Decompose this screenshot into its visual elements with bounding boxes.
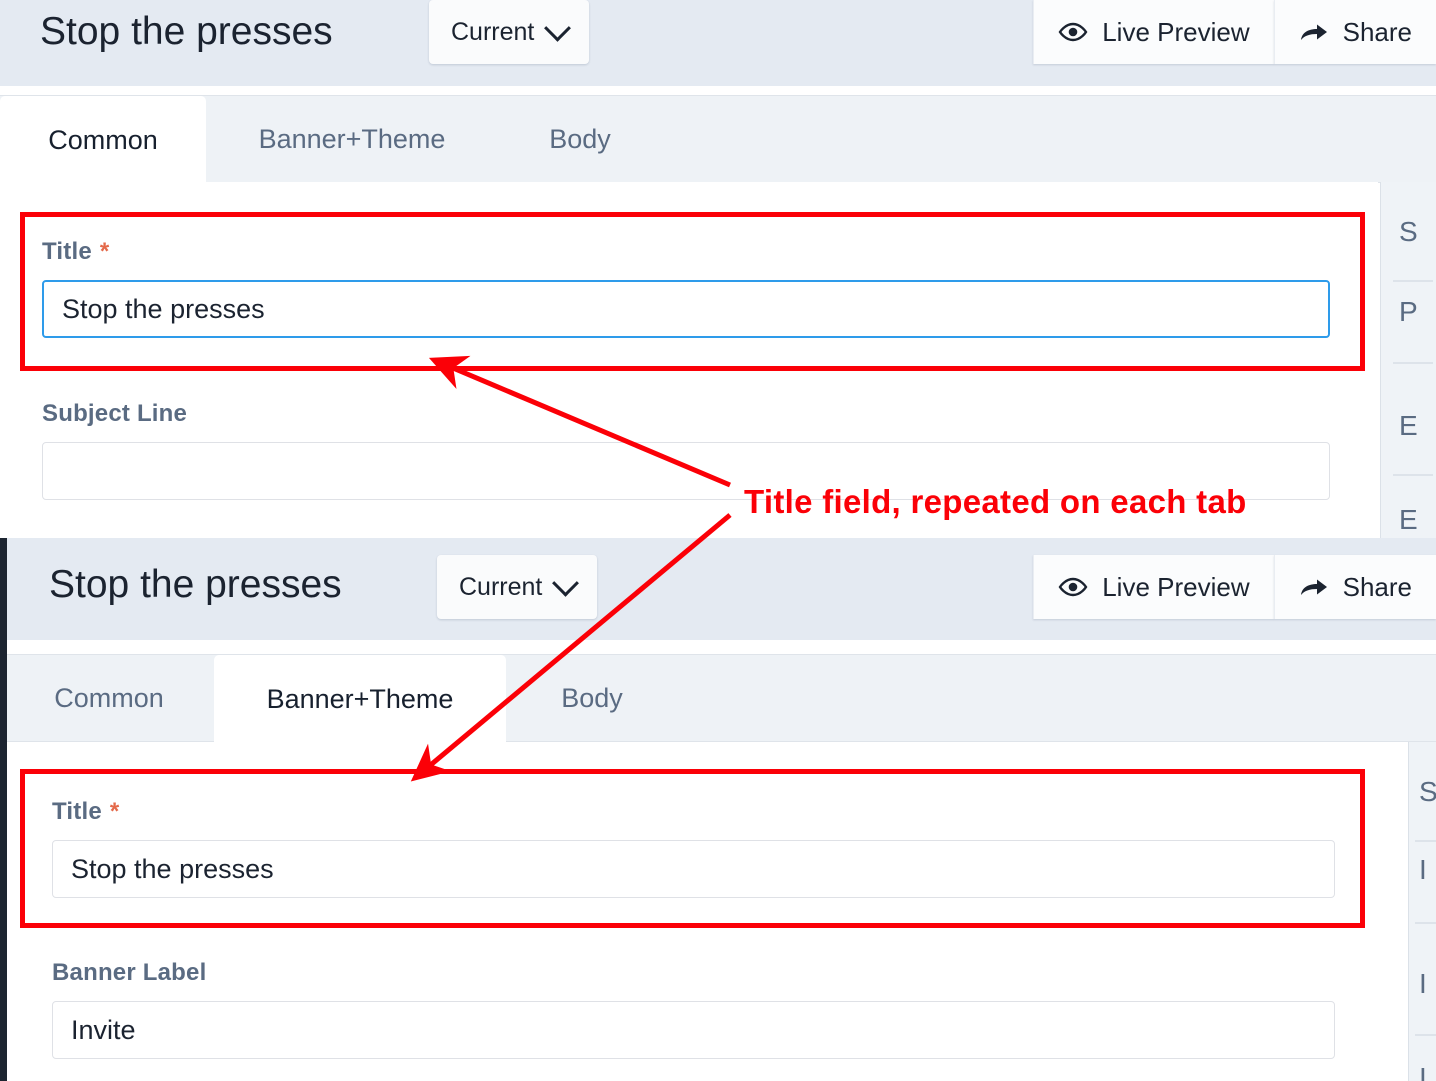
rail-item-label[interactable]: I [1419, 1062, 1427, 1081]
subject-line-input[interactable] [42, 442, 1330, 500]
field-title: Title * [52, 798, 1335, 898]
share-button[interactable]: Share [1273, 555, 1436, 619]
share-label: Share [1342, 16, 1412, 47]
rail-item-label[interactable]: P [1399, 296, 1418, 328]
rail-item-label[interactable]: S [1419, 776, 1436, 808]
page-title: Stop the presses [49, 563, 342, 606]
page-title: Stop the presses [40, 10, 333, 53]
title-input[interactable] [52, 840, 1335, 898]
field-label-text: Subject Line [42, 400, 188, 427]
form-card-common: Title * Subject Line [0, 182, 1378, 538]
required-asterisk: * [99, 238, 110, 265]
field-subject-line: Subject Line [42, 400, 1330, 500]
field-banner-label: Banner Label [52, 959, 1335, 1059]
tab-strip: Common Banner+Theme Body [7, 654, 1436, 743]
rail-item-label[interactable]: I [1419, 968, 1427, 1000]
live-preview-label: Live Preview [1102, 16, 1250, 47]
app-header: Stop the presses Current Live Preview Sh… [0, 0, 1436, 86]
rail-divider [1393, 280, 1433, 282]
header-actions: Live Preview Share [1033, 0, 1436, 64]
version-selector-label: Current [451, 17, 535, 46]
field-label-text: Title [42, 238, 92, 265]
version-selector-button[interactable]: Current [429, 0, 590, 64]
field-label: Banner Label [52, 959, 1335, 987]
tab-body[interactable]: Body [523, 655, 661, 741]
live-preview-label: Live Preview [1102, 571, 1250, 602]
rail-item-label[interactable]: S [1399, 216, 1418, 248]
header-actions: Live Preview Share [1033, 555, 1436, 619]
live-preview-button[interactable]: Live Preview [1033, 0, 1274, 64]
field-label: Title * [42, 238, 1330, 266]
rail-divider [1393, 474, 1433, 476]
field-label-text: Banner Label [52, 959, 207, 986]
tab-label: Body [561, 682, 623, 713]
rail-item-label[interactable]: E [1399, 410, 1418, 442]
app-header: Stop the presses Current Live Preview Sh… [7, 538, 1436, 640]
field-label: Subject Line [42, 400, 1330, 428]
editor-window-common: Stop the presses Current Live Preview Sh… [0, 0, 1436, 538]
field-title: Title * [42, 238, 1330, 338]
rail-divider [1415, 840, 1436, 842]
version-selector-label: Current [459, 572, 543, 601]
share-arrow-icon [1299, 576, 1329, 598]
share-button[interactable]: Share [1273, 0, 1436, 64]
rail-divider [1415, 922, 1436, 924]
tab-common[interactable]: Common [0, 96, 206, 184]
eye-icon [1058, 577, 1088, 597]
field-label-text: Title [52, 798, 102, 825]
form-card-banner-theme: Title * Banner Label [7, 742, 1378, 1081]
tab-banner-theme[interactable]: Banner+Theme [214, 655, 506, 743]
share-label: Share [1342, 571, 1412, 602]
rail-item-label[interactable]: I [1419, 854, 1427, 886]
tab-label: Common [48, 124, 158, 155]
rail-divider [1415, 1034, 1436, 1036]
title-input[interactable] [42, 280, 1330, 338]
required-asterisk: * [109, 798, 120, 825]
editor-window-banner-theme: Stop the presses Current Live Preview Sh… [0, 538, 1436, 1081]
tab-strip: Common Banner+Theme Body [0, 95, 1436, 184]
app-left-rail [0, 538, 7, 1081]
right-side-rail: S I I I [1408, 742, 1436, 1081]
tab-label: Body [549, 123, 611, 154]
tab-body[interactable]: Body [510, 96, 650, 182]
tab-banner-theme[interactable]: Banner+Theme [230, 96, 474, 182]
right-side-rail: S P E E [1380, 182, 1436, 538]
tab-common[interactable]: Common [7, 655, 211, 741]
version-selector-button[interactable]: Current [437, 555, 598, 619]
eye-icon [1058, 22, 1088, 42]
field-label: Title * [52, 798, 1335, 826]
chevron-down-icon [552, 569, 580, 597]
tab-label: Banner+Theme [258, 123, 446, 154]
rail-divider [1393, 362, 1433, 364]
tab-label: Common [54, 682, 164, 713]
share-arrow-icon [1299, 21, 1329, 43]
banner-label-input[interactable] [52, 1001, 1335, 1059]
tab-label: Banner+Theme [266, 683, 454, 714]
rail-item-label[interactable]: E [1399, 504, 1418, 536]
chevron-down-icon [544, 14, 572, 42]
live-preview-button[interactable]: Live Preview [1033, 555, 1274, 619]
